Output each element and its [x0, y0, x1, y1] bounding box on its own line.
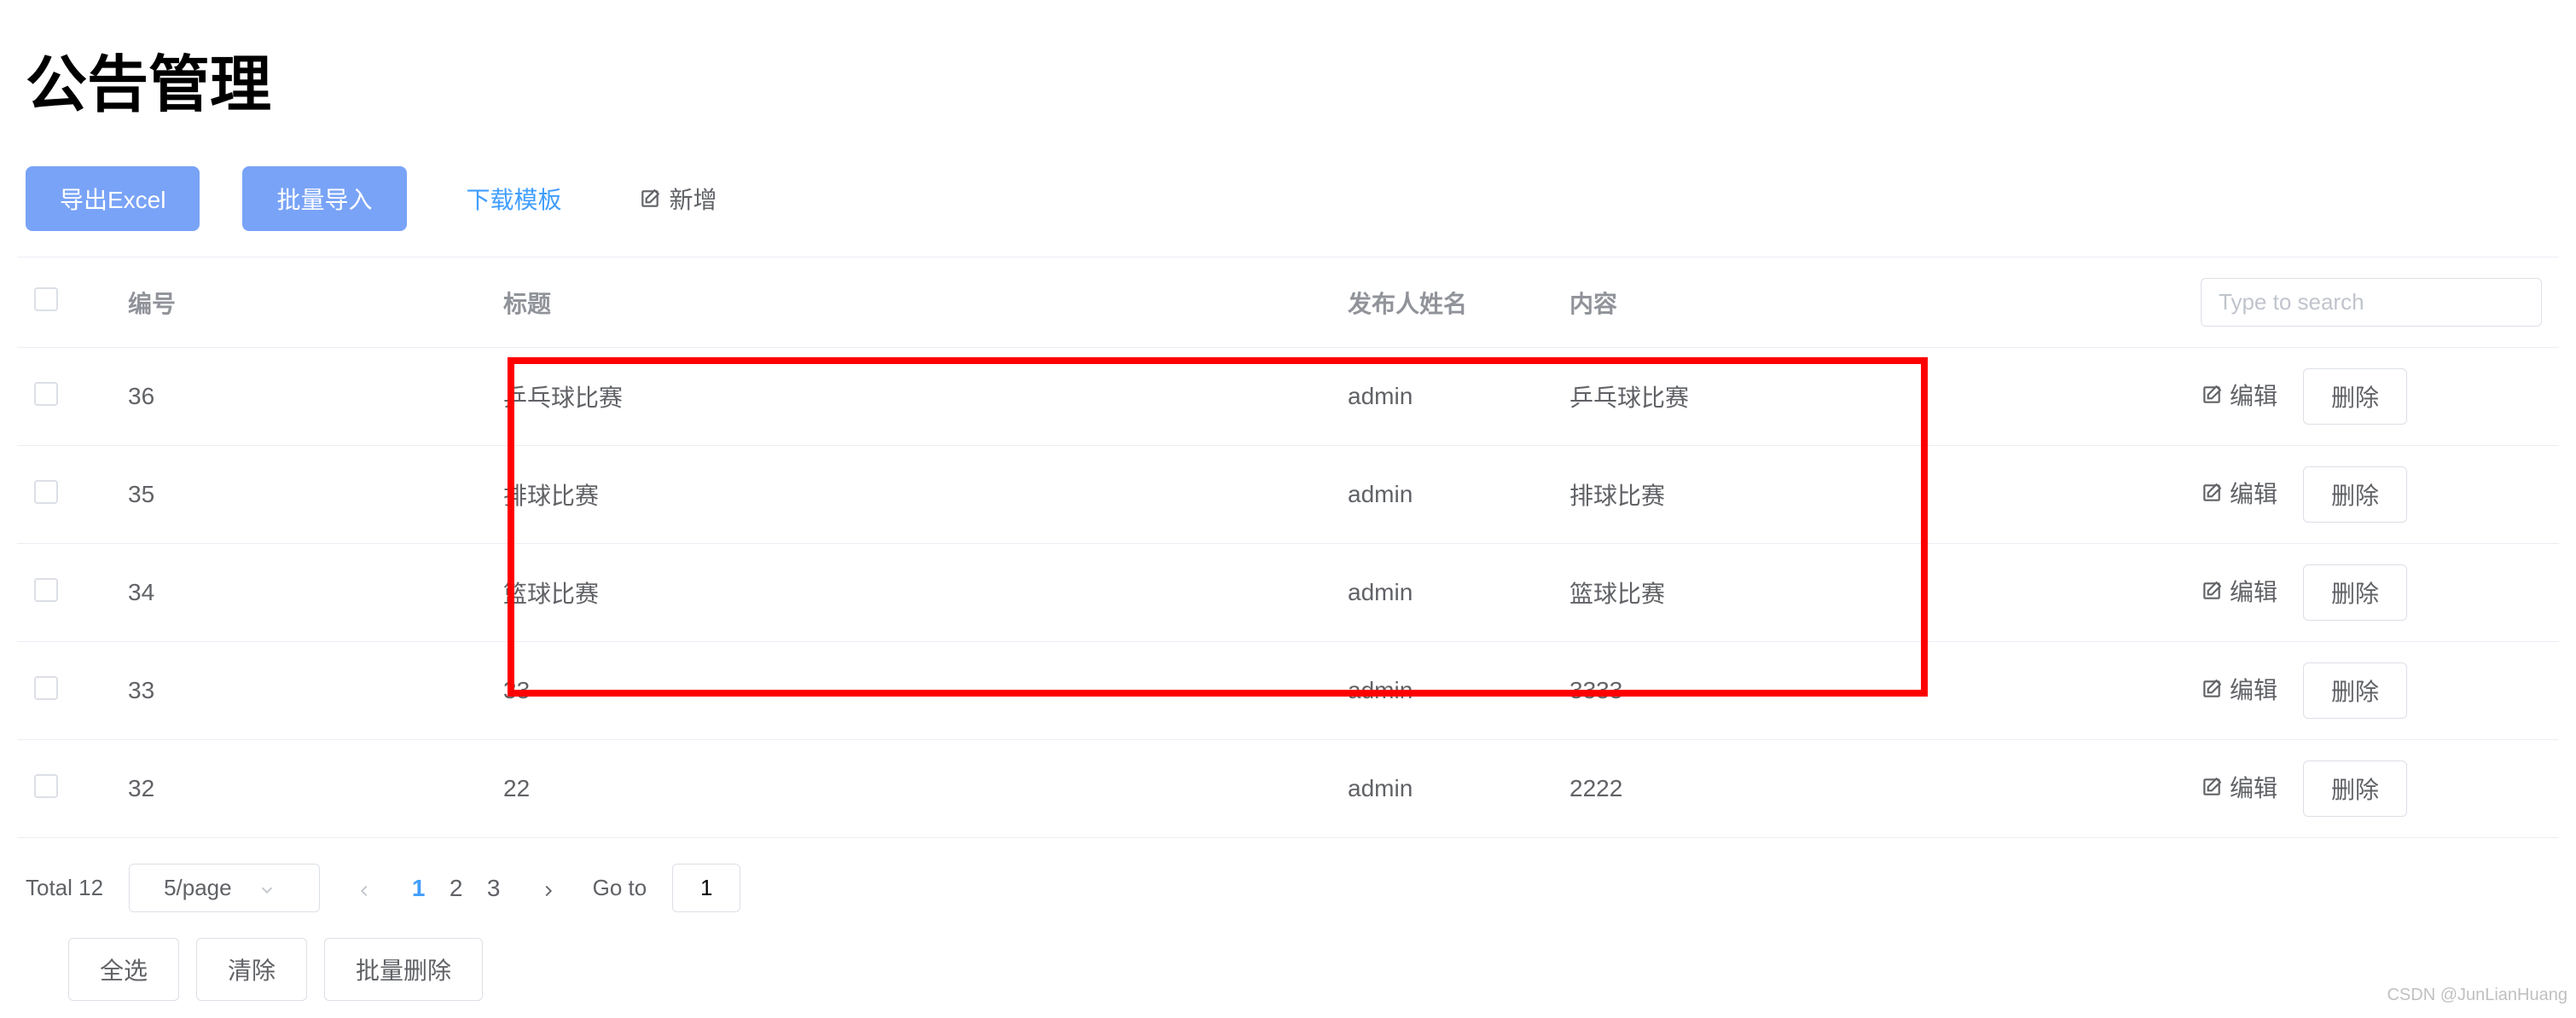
- cell-publisher: admin: [1331, 544, 1552, 642]
- cell-title: 篮球比赛: [486, 544, 1331, 642]
- select-all-checkbox[interactable]: [34, 287, 58, 311]
- col-header-publisher: 发布人姓名: [1331, 257, 1552, 348]
- batch-import-button[interactable]: 批量导入: [242, 166, 406, 231]
- announcement-table: 编号 标题 发布人姓名 内容 36乒乓球比赛admin乒乓球比赛编辑删除35排球…: [17, 257, 2559, 838]
- delete-button[interactable]: 删除: [2303, 662, 2407, 719]
- cell-content: 2222: [1552, 740, 2184, 838]
- cell-id: 34: [85, 544, 486, 642]
- download-template-button[interactable]: 下载模板: [450, 166, 579, 231]
- pagination-total: Total 12: [26, 875, 103, 901]
- export-excel-button[interactable]: 导出Excel: [26, 166, 200, 231]
- edit-button[interactable]: 编辑: [2201, 574, 2277, 608]
- prev-page-button[interactable]: [345, 870, 383, 907]
- page-size-label: 5/page: [164, 875, 232, 901]
- table-row: 34篮球比赛admin篮球比赛编辑删除: [17, 544, 2559, 642]
- goto-label: Go to: [593, 875, 647, 901]
- edit-button-label: 编辑: [2230, 574, 2277, 608]
- pager: 123: [345, 870, 567, 907]
- batch-delete-button[interactable]: 批量删除: [324, 938, 483, 1001]
- edit-button-label: 编辑: [2230, 378, 2277, 412]
- cell-title: 33: [486, 642, 1331, 740]
- row-checkbox[interactable]: [34, 676, 58, 700]
- edit-button[interactable]: 编辑: [2201, 770, 2277, 804]
- row-checkbox[interactable]: [34, 578, 58, 602]
- delete-button[interactable]: 删除: [2303, 761, 2407, 817]
- bulk-actions: 全选 清除 批量删除: [68, 938, 2559, 1001]
- edit-icon: [2201, 482, 2223, 504]
- edit-add-icon: [639, 188, 661, 210]
- chevron-left-icon: [355, 879, 374, 898]
- clear-selection-button[interactable]: 清除: [196, 938, 307, 1001]
- table-container: 编号 标题 发布人姓名 内容 36乒乓球比赛admin乒乓球比赛编辑删除35排球…: [17, 257, 2559, 838]
- cell-content: 排球比赛: [1552, 446, 2184, 544]
- cell-id: 35: [85, 446, 486, 544]
- select-all-button[interactable]: 全选: [68, 938, 179, 1001]
- pagination: Total 12 5/page 123 Go to: [26, 864, 2559, 912]
- cell-publisher: admin: [1331, 446, 1552, 544]
- edit-button-label: 编辑: [2230, 476, 2277, 510]
- page-title: 公告管理: [26, 34, 2559, 124]
- search-input[interactable]: [2201, 278, 2542, 327]
- delete-button[interactable]: 删除: [2303, 466, 2407, 523]
- cell-publisher: admin: [1331, 740, 1552, 838]
- cell-content: 篮球比赛: [1552, 544, 2184, 642]
- delete-button[interactable]: 删除: [2303, 564, 2407, 621]
- cell-content: 乒乓球比赛: [1552, 348, 2184, 446]
- cell-content: 3333: [1552, 642, 2184, 740]
- page-number-3[interactable]: 3: [475, 870, 513, 907]
- row-checkbox[interactable]: [34, 480, 58, 504]
- table-row: 3222admin2222 编辑删除: [17, 740, 2559, 838]
- cell-id: 36: [85, 348, 486, 446]
- cell-id: 32: [85, 740, 486, 838]
- row-checkbox[interactable]: [34, 774, 58, 798]
- col-header-actions: [2184, 257, 2559, 348]
- cell-title: 乒乓球比赛: [486, 348, 1331, 446]
- watermark: CSDN @JunLianHuang: [2387, 986, 2567, 1005]
- chevron-down-icon: [258, 879, 276, 898]
- edit-icon: [2201, 384, 2223, 406]
- row-checkbox[interactable]: [34, 382, 58, 406]
- table-row: 3333admin3333编辑删除: [17, 642, 2559, 740]
- cell-title: 排球比赛: [486, 446, 1331, 544]
- cell-title: 22: [486, 740, 1331, 838]
- page-number-1[interactable]: 1: [400, 870, 438, 907]
- goto-page-input[interactable]: [672, 864, 740, 912]
- col-header-title: 标题: [486, 257, 1331, 348]
- page-size-select[interactable]: 5/page: [129, 864, 320, 912]
- delete-button[interactable]: 删除: [2303, 368, 2407, 425]
- edit-button[interactable]: 编辑: [2201, 378, 2277, 412]
- edit-icon: [2201, 678, 2223, 700]
- edit-button[interactable]: 编辑: [2201, 672, 2277, 706]
- edit-button-label: 编辑: [2230, 672, 2277, 706]
- edit-button-label: 编辑: [2230, 770, 2277, 804]
- table-row: 35排球比赛admin排球比赛编辑删除: [17, 446, 2559, 544]
- edit-icon: [2201, 580, 2223, 602]
- add-button-label: 新增: [670, 182, 717, 216]
- edit-icon: [2201, 776, 2223, 798]
- toolbar: 导出Excel 批量导入 下载模板 新增: [17, 166, 2559, 231]
- table-row: 36乒乓球比赛admin乒乓球比赛编辑删除: [17, 348, 2559, 446]
- edit-button[interactable]: 编辑: [2201, 476, 2277, 510]
- cell-publisher: admin: [1331, 348, 1552, 446]
- col-header-id: 编号: [85, 257, 486, 348]
- chevron-right-icon: [539, 879, 558, 898]
- cell-publisher: admin: [1331, 642, 1552, 740]
- next-page-button[interactable]: [530, 870, 567, 907]
- col-header-content: 内容: [1552, 257, 2184, 348]
- page-number-2[interactable]: 2: [438, 870, 475, 907]
- add-button[interactable]: 新增: [622, 166, 734, 231]
- cell-id: 33: [85, 642, 486, 740]
